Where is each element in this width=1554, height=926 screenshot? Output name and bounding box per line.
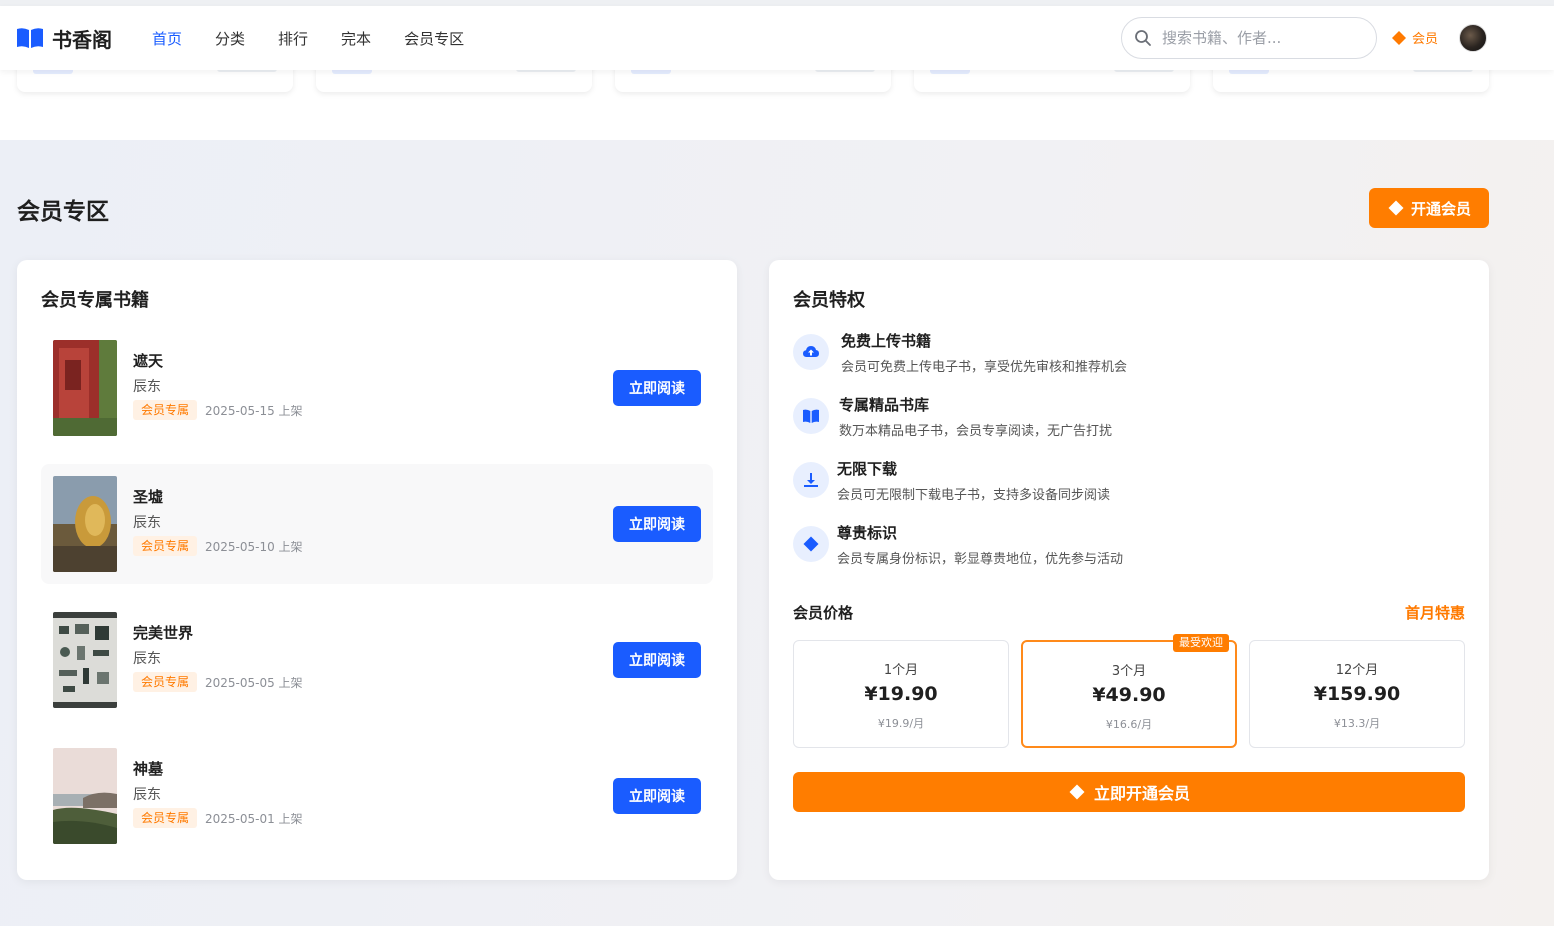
- plan-1-month[interactable]: 1个月 ¥19.90 ¥19.9/月: [793, 640, 1009, 748]
- privilege-item: 尊贵标识 会员专属身份标识，彰显尊贵地位，优先参与活动: [793, 522, 1433, 578]
- book-date: 2025-05-05 上架: [205, 676, 303, 690]
- plan-monthly-price: ¥16.6/月: [1105, 718, 1153, 731]
- privilege-desc: 会员专属身份标识，彰显尊贵地位，优先参与活动: [837, 552, 1124, 567]
- diamond-icon: [1069, 784, 1085, 800]
- plan-monthly-price: ¥13.3/月: [1333, 717, 1381, 730]
- search-input[interactable]: [1162, 29, 1362, 47]
- book-title[interactable]: 圣墟: [133, 486, 163, 507]
- privilege-desc: 数万本精品电子书，会员专享阅读，无广告打扰: [839, 424, 1113, 439]
- book-date: 2025-05-01 上架: [205, 812, 303, 826]
- open-membership-button[interactable]: 开通会员: [1369, 188, 1489, 228]
- plan-name: 12个月: [1335, 663, 1379, 678]
- read-now-button[interactable]: 立即阅读: [613, 506, 701, 542]
- member-privileges-panel: 会员特权 免费上传书籍 会员可免费上传电子书，享受优先审核和推荐机会 专属精品书…: [769, 260, 1489, 880]
- plan-12-months[interactable]: 12个月 ¥159.90 ¥13.3/月: [1249, 640, 1465, 748]
- nav-home[interactable]: 首页: [152, 28, 182, 49]
- red-wall-cover-icon: [53, 340, 117, 436]
- privilege-title: 尊贵标识: [837, 524, 898, 542]
- diamond-icon: [793, 526, 829, 562]
- logo-text: 书香阁: [52, 27, 112, 52]
- open-book-icon: [793, 398, 829, 434]
- panel-title: 会员特权: [793, 290, 865, 311]
- plan-price: ¥49.90: [1092, 684, 1166, 706]
- plan-name: 3个月: [1111, 664, 1147, 679]
- avatar[interactable]: [1459, 24, 1487, 52]
- download-icon: [793, 462, 829, 498]
- member-section: 会员专区 开通会员 会员专属书籍 遮天 辰东 会员专属 2025-05-15 上…: [0, 140, 1554, 926]
- member-link[interactable]: 会员: [1391, 28, 1438, 47]
- plan-3-months[interactable]: 最受欢迎 3个月 ¥49.90 ¥16.6/月: [1021, 634, 1237, 748]
- section-title: 会员专区: [17, 199, 109, 225]
- member-tag: 会员专属: [133, 672, 198, 692]
- privilege-item: 无限下载 会员可无限制下载电子书，支持多设备同步阅读: [793, 458, 1433, 514]
- privilege-title: 免费上传书籍: [841, 332, 932, 350]
- book-cover[interactable]: [53, 612, 117, 708]
- price-promo: 首月特惠: [1404, 604, 1465, 622]
- nav-category[interactable]: 分类: [215, 28, 245, 49]
- search-icon: [1135, 30, 1151, 46]
- activate-membership-button[interactable]: 立即开通会员: [793, 772, 1465, 812]
- book-author: 辰东: [133, 651, 161, 667]
- open-membership-label: 开通会员: [1410, 199, 1471, 218]
- popular-badge: 最受欢迎: [1173, 634, 1229, 652]
- site-header: 书香阁 首页 分类 排行 完本 会员专区 会员: [0, 6, 1554, 70]
- book-date: 2025-05-10 上架: [205, 540, 303, 554]
- activate-membership-label: 立即开通会员: [1093, 784, 1190, 803]
- plan-price: ¥19.90: [864, 683, 938, 705]
- book-logo-icon: [17, 28, 43, 48]
- book-cover[interactable]: [53, 748, 117, 844]
- privilege-desc: 会员可免费上传电子书，享受优先审核和推荐机会: [841, 360, 1128, 375]
- book-item[interactable]: 神墓 辰东 会员专属 2025-05-01 上架 立即阅读: [41, 736, 713, 856]
- book-cover[interactable]: [53, 476, 117, 572]
- privilege-desc: 会员可无限制下载电子书，支持多设备同步阅读: [837, 488, 1111, 503]
- member-tag: 会员专属: [133, 400, 198, 420]
- read-now-button[interactable]: 立即阅读: [613, 370, 701, 406]
- book-item[interactable]: 遮天 辰东 会员专属 2025-05-15 上架 立即阅读: [41, 328, 713, 448]
- read-now-button[interactable]: 立即阅读: [613, 642, 701, 678]
- plan-price: ¥159.90: [1313, 683, 1401, 705]
- book-item[interactable]: 圣墟 辰东 会员专属 2025-05-10 上架 立即阅读: [41, 464, 713, 584]
- book-date: 2025-05-15 上架: [205, 404, 303, 418]
- book-item[interactable]: 完美世界 辰东 会员专属 2025-05-05 上架 立即阅读: [41, 600, 713, 720]
- book-author: 辰东: [133, 787, 161, 803]
- member-books-panel: 会员专属书籍 遮天 辰东 会员专属 2025-05-15 上架 立即阅读 圣墟 …: [17, 260, 737, 880]
- diamond-icon: [1392, 30, 1406, 45]
- read-now-button[interactable]: 立即阅读: [613, 778, 701, 814]
- privilege-title: 无限下载: [837, 460, 898, 478]
- nav-member-zone[interactable]: 会员专区: [404, 28, 464, 49]
- plant-macro-cover-icon: [53, 476, 117, 572]
- diamond-icon: [1388, 200, 1404, 216]
- book-cover[interactable]: [53, 340, 117, 436]
- plan-monthly-price: ¥19.9/月: [877, 717, 925, 730]
- book-title[interactable]: 遮天: [133, 350, 163, 371]
- book-title[interactable]: 神墓: [133, 758, 163, 779]
- privilege-item: 免费上传书籍 会员可免费上传电子书，享受优先审核和推荐机会: [793, 330, 1433, 386]
- member-tag: 会员专属: [133, 536, 198, 556]
- privilege-title: 专属精品书库: [839, 396, 930, 414]
- book-author: 辰东: [133, 379, 161, 395]
- seaside-cover-icon: [53, 748, 117, 844]
- member-tag: 会员专属: [133, 808, 198, 828]
- logo[interactable]: 书香阁: [16, 22, 112, 54]
- book-author: 辰东: [133, 515, 161, 531]
- flatlay-items-cover-icon: [53, 612, 117, 708]
- search-box[interactable]: [1121, 17, 1377, 59]
- nav-completed[interactable]: 完本: [341, 28, 371, 49]
- nav-ranking[interactable]: 排行: [278, 28, 308, 49]
- cloud-upload-icon: [793, 334, 829, 370]
- price-title: 会员价格: [793, 604, 854, 622]
- member-link-label: 会员: [1412, 32, 1439, 47]
- plan-name: 1个月: [883, 663, 919, 678]
- panel-title: 会员专属书籍: [41, 290, 149, 311]
- privilege-item: 专属精品书库 数万本精品电子书，会员专享阅读，无广告打扰: [793, 394, 1433, 450]
- main-nav: 首页 分类 排行 完本 会员专区: [152, 6, 497, 70]
- book-title[interactable]: 完美世界: [133, 622, 193, 643]
